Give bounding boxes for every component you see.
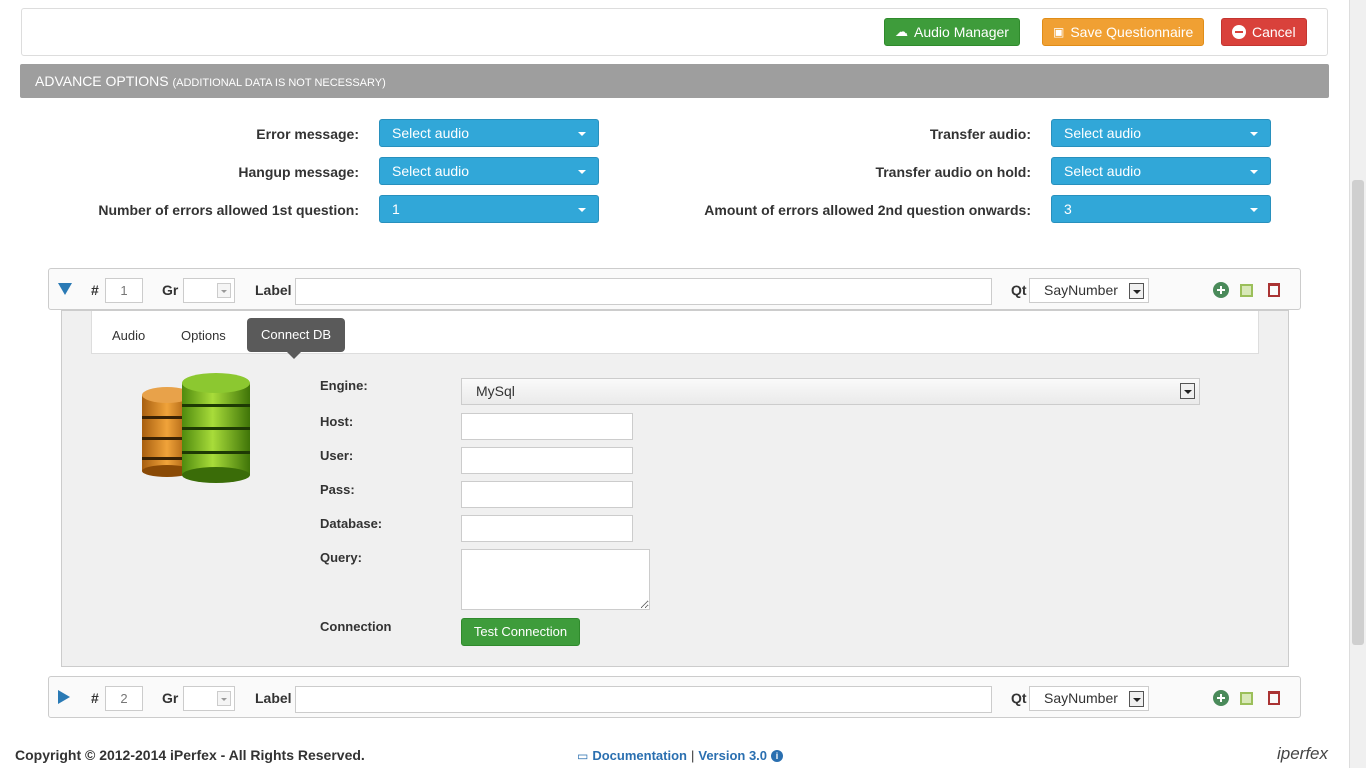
question-label-label: Label (255, 282, 292, 298)
tab-audio[interactable]: Audio (98, 319, 159, 353)
user-label: User: (320, 448, 354, 463)
collapse-triangle-icon[interactable] (58, 283, 72, 295)
copy-icon[interactable] (1240, 284, 1253, 297)
advance-options-title: ADVANCE OPTIONS (35, 73, 169, 89)
caret-down-icon (1250, 170, 1258, 174)
hangup-message-label: Hangup message: (238, 164, 359, 180)
question-type-label: Qt (1011, 282, 1027, 298)
transfer-audio-hold-select[interactable]: Select audio (1051, 157, 1271, 185)
caret-down-icon (578, 132, 586, 136)
cloud-upload-icon: ☁ (895, 24, 908, 39)
database-input[interactable] (461, 515, 633, 542)
database-label: Database: (320, 516, 383, 531)
minus-circle-icon (1232, 25, 1246, 39)
database-icon (142, 373, 250, 483)
trash-icon[interactable] (1268, 691, 1280, 705)
save-questionnaire-button[interactable]: ▣ Save Questionnaire (1042, 18, 1205, 46)
group-label: Gr (162, 282, 179, 298)
footer-links: ▭ Documentation | Version 3.0 i (577, 748, 784, 763)
info-icon[interactable]: i (771, 749, 784, 762)
user-input[interactable] (461, 447, 633, 474)
question-hash-label: # (91, 690, 99, 706)
dropdown-arrow-icon (1129, 283, 1144, 299)
caret-down-icon (1250, 208, 1258, 212)
errors-second-question-label: Amount of errors allowed 2nd question on… (704, 202, 1031, 218)
error-message-select[interactable]: Select audio (379, 119, 599, 147)
question-type-select[interactable]: SayNumber (1029, 686, 1149, 711)
test-connection-button[interactable]: Test Connection (461, 618, 580, 646)
page-scrollbar[interactable] (1349, 0, 1366, 768)
question-label-input[interactable] (295, 278, 992, 305)
question-label-input[interactable] (295, 686, 992, 713)
cancel-button[interactable]: Cancel (1221, 18, 1307, 46)
question-row-1: # Gr Label Qt SayNumber (48, 268, 1301, 310)
dropdown-arrow-icon (1180, 383, 1195, 399)
hangup-message-select[interactable]: Select audio (379, 157, 599, 185)
pass-input[interactable] (461, 481, 633, 508)
transfer-audio-select[interactable]: Select audio (1051, 119, 1271, 147)
question-type-label: Qt (1011, 690, 1027, 706)
question-number-input[interactable] (105, 686, 143, 711)
query-textarea[interactable] (461, 549, 650, 610)
engine-select[interactable]: MySql (461, 378, 1200, 405)
question-label-label: Label (255, 690, 292, 706)
detail-tabs: Audio Options Connect DB (91, 311, 1259, 359)
question-detail-panel: Audio Options Connect DB Engine: MySql H… (61, 310, 1289, 667)
question-hash-label: # (91, 282, 99, 298)
error-message-label: Error message: (256, 126, 359, 142)
errors-second-question-select[interactable]: 3 (1051, 195, 1271, 223)
scrollbar-thumb[interactable] (1352, 180, 1364, 645)
audio-manager-button[interactable]: ☁ Audio Manager (884, 18, 1020, 46)
engine-label: Engine: (320, 378, 368, 393)
copy-icon[interactable] (1240, 692, 1253, 705)
host-input[interactable] (461, 413, 633, 440)
caret-down-icon (1250, 132, 1258, 136)
question-type-select[interactable]: SayNumber (1029, 278, 1149, 303)
connection-label: Connection (320, 619, 392, 634)
advance-options-header: ADVANCE OPTIONS (ADDITIONAL DATA IS NOT … (20, 64, 1329, 98)
floppy-disk-icon: ▣ (1053, 25, 1065, 39)
laptop-icon: ▭ (577, 748, 589, 763)
toolbar: ☁ Audio Manager ▣ Save Questionnaire Can… (21, 8, 1328, 56)
group-select[interactable] (183, 278, 235, 303)
green-database-icon (182, 373, 250, 483)
trash-icon[interactable] (1268, 283, 1280, 297)
footer-separator: | (690, 748, 695, 763)
host-label: Host: (320, 414, 354, 429)
group-select[interactable] (183, 686, 235, 711)
tab-options[interactable]: Options (167, 319, 240, 353)
advance-options-subtitle: (ADDITIONAL DATA IS NOT NECESSARY) (172, 77, 386, 89)
documentation-link[interactable]: Documentation (592, 748, 687, 763)
pass-label: Pass: (320, 482, 355, 497)
version-link[interactable]: Version 3.0 (698, 748, 767, 763)
add-icon[interactable] (1213, 282, 1229, 298)
expand-triangle-icon[interactable] (58, 690, 70, 704)
group-label: Gr (162, 690, 179, 706)
transfer-audio-label: Transfer audio: (929, 126, 1031, 142)
errors-first-question-select[interactable]: 1 (379, 195, 599, 223)
copyright-text: Copyright © 2012-2014 iPerfex - All Righ… (15, 747, 365, 763)
dropdown-arrow-icon (217, 283, 231, 298)
errors-first-question-label: Number of errors allowed 1st question: (98, 202, 359, 218)
question-number-input[interactable] (105, 278, 143, 303)
add-icon[interactable] (1213, 690, 1229, 706)
caret-down-icon (578, 208, 586, 212)
transfer-audio-hold-label: Transfer audio on hold: (875, 164, 1031, 180)
dropdown-arrow-icon (217, 691, 231, 706)
dropdown-arrow-icon (1129, 691, 1144, 707)
question-row-2: # Gr Label Qt SayNumber (48, 676, 1301, 718)
caret-down-icon (578, 170, 586, 174)
iperfex-logo: iperfex (1276, 744, 1328, 763)
tab-connect-db[interactable]: Connect DB (247, 318, 346, 359)
query-label: Query: (320, 550, 362, 565)
